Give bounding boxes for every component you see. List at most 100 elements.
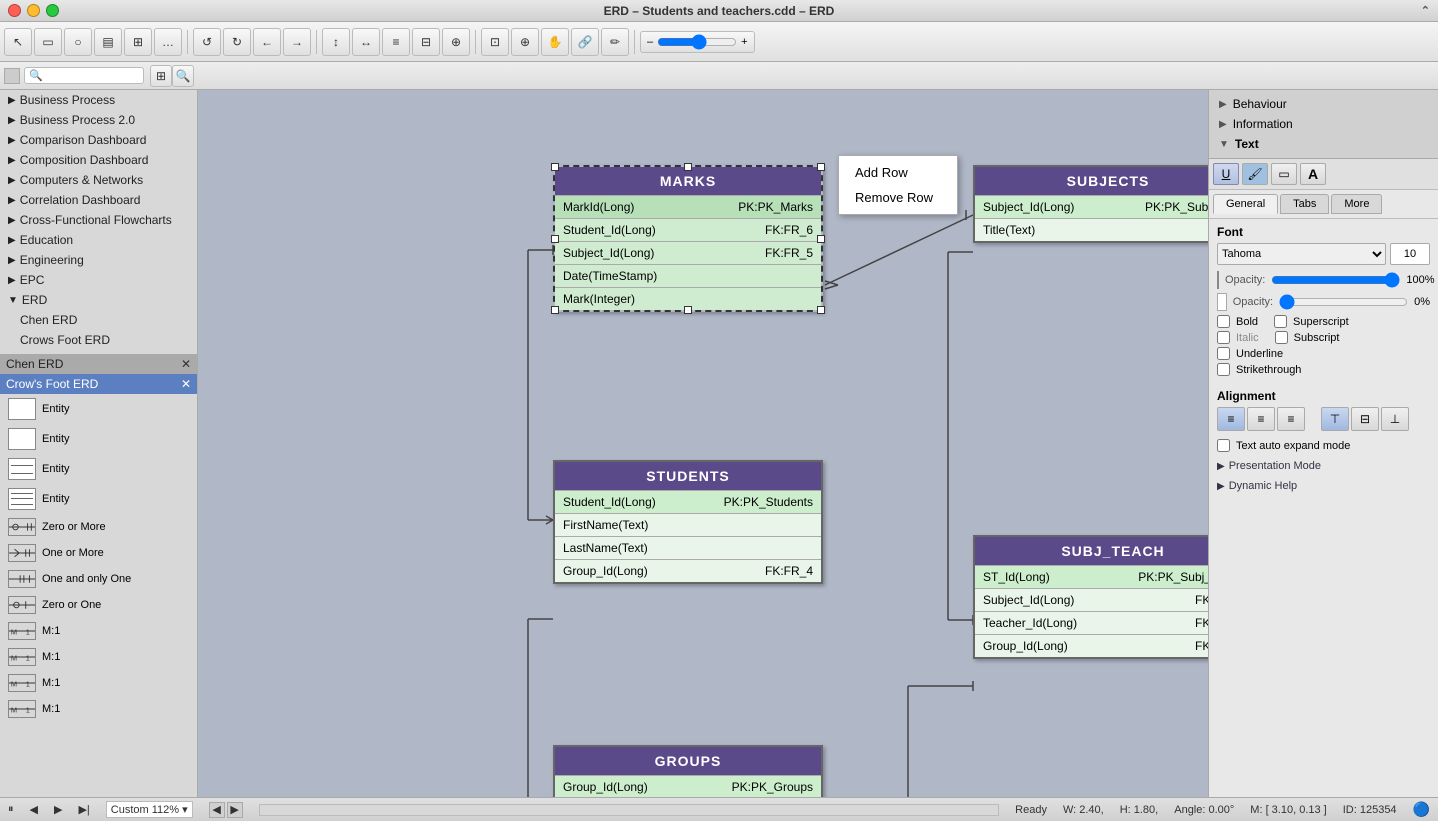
pen-btn[interactable]: ✏ [601, 28, 629, 56]
one-or-more-item[interactable]: One or More [0, 540, 197, 566]
marks-table[interactable]: MARKS MarkId(Long) PK:PK_Marks Student_I… [553, 165, 823, 312]
zoom-slider[interactable] [657, 34, 737, 50]
tab-general[interactable]: General [1213, 194, 1278, 214]
status-nav-prev[interactable]: ⏸ [8, 803, 14, 816]
ctx-add-row[interactable]: Add Row [839, 160, 957, 185]
rect-tool[interactable]: ▭ [34, 28, 62, 56]
close-icon[interactable]: ✕ [181, 357, 191, 371]
handle-tr[interactable] [817, 163, 825, 171]
subj-teach-table[interactable]: SUBJ_TEACH ST_Id(Long) PK:PK_Subj_Teach … [973, 535, 1208, 659]
zoom-select-btn[interactable]: ⊕ [511, 28, 539, 56]
underline-tool-btn[interactable]: U [1213, 163, 1239, 185]
zero-or-one-item[interactable]: Zero or One [0, 592, 197, 618]
highlight-tool-btn[interactable]: 🖌 [1242, 163, 1268, 185]
align-btn[interactable]: ≡ [382, 28, 410, 56]
sidebar-item-epc[interactable]: ▶ EPC [0, 270, 197, 290]
subscript-checkbox[interactable] [1275, 331, 1288, 344]
subj-teach-row-3[interactable]: Teacher_Id(Long) FK:FR_2 [975, 611, 1208, 634]
sidebar-item-composition[interactable]: ▶ Composition Dashboard [0, 150, 197, 170]
information-row[interactable]: ▶ Information [1213, 114, 1434, 134]
text-tool[interactable]: ▤ [94, 28, 122, 56]
search-input[interactable] [43, 70, 133, 82]
marks-row-4[interactable]: Date(TimeStamp) [555, 264, 821, 287]
align-bottom-btn[interactable]: ⊥ [1381, 407, 1409, 431]
zero-or-more-item[interactable]: Zero or More [0, 514, 197, 540]
students-row-3[interactable]: LastName(Text) [555, 536, 821, 559]
m1-item-2[interactable]: M1 M:1 [0, 644, 197, 670]
sidebar-item-engineering[interactable]: ▶ Engineering [0, 250, 197, 270]
handle-bl[interactable] [551, 306, 559, 314]
tab-more[interactable]: More [1331, 194, 1382, 214]
list-view-btn[interactable]: ⊞ [150, 65, 172, 87]
underline-checkbox[interactable] [1217, 347, 1230, 360]
tab-crows-erd[interactable]: Crow's Foot ERD ✕ [0, 374, 197, 394]
handle-mr[interactable] [817, 235, 825, 243]
close-icon[interactable]: ✕ [181, 377, 191, 391]
subj-teach-row-2[interactable]: Subject_Id(Long) FK:FR_3 [975, 588, 1208, 611]
sidebar-item-crows-erd[interactable]: Crows Foot ERD [0, 330, 197, 350]
presentation-mode-row[interactable]: ▶ Presentation Mode [1209, 456, 1438, 476]
vert-btn[interactable]: ↕ [322, 28, 350, 56]
canvas-area[interactable]: MARKS MarkId(Long) PK:PK_Marks Student_I… [198, 90, 1208, 797]
page-left-btn[interactable]: ◀ [209, 802, 225, 818]
font-size-input[interactable]: 10 [1390, 243, 1430, 265]
tab-tabs[interactable]: Tabs [1280, 194, 1329, 214]
opacity-slider-2[interactable] [1279, 294, 1408, 310]
status-nav-next[interactable]: ▶ [54, 803, 62, 816]
search-btn[interactable]: 🔍 [172, 65, 194, 87]
font-select[interactable]: Tahoma [1217, 243, 1386, 265]
strikethrough-checkbox[interactable] [1217, 363, 1230, 376]
marks-row-1[interactable]: MarkId(Long) PK:PK_Marks [555, 195, 821, 218]
handle-tm[interactable] [684, 163, 692, 171]
zoom-out-icon[interactable]: – [647, 36, 653, 48]
subjects-row-1[interactable]: Subject_Id(Long) PK:PK_Subjects [975, 195, 1208, 218]
handle-tl[interactable] [551, 163, 559, 171]
m1-item-4[interactable]: M1 M:1 [0, 696, 197, 722]
align-center-btn[interactable]: ≡ [1247, 407, 1275, 431]
color-swatch-1[interactable] [1217, 271, 1219, 289]
link-btn[interactable]: 🔗 [571, 28, 599, 56]
sidebar-item-erd[interactable]: ▼ ERD [0, 290, 197, 310]
next-btn[interactable]: ↻ [223, 28, 251, 56]
minimize-button[interactable] [27, 4, 40, 17]
more-tool[interactable]: … [154, 28, 182, 56]
status-nav-last[interactable]: ▶| [78, 803, 89, 816]
m1-item-1[interactable]: M1 M:1 [0, 618, 197, 644]
group-btn[interactable]: ⊕ [442, 28, 470, 56]
grid-icon[interactable] [4, 68, 20, 84]
subj-teach-row-1[interactable]: ST_Id(Long) PK:PK_Subj_Teach [975, 565, 1208, 588]
one-only-item[interactable]: One and only One [0, 566, 197, 592]
students-row-4[interactable]: Group_Id(Long) FK:FR_4 [555, 559, 821, 582]
handle-ml[interactable] [551, 235, 559, 243]
table-tool[interactable]: ⊞ [124, 28, 152, 56]
sidebar-item-chen-erd[interactable]: Chen ERD [0, 310, 197, 330]
information-label[interactable]: Information [1233, 117, 1293, 131]
back-btn[interactable]: ← [253, 28, 281, 56]
marks-row-3[interactable]: Subject_Id(Long) FK:FR_5 [555, 241, 821, 264]
bold-checkbox[interactable] [1217, 315, 1230, 328]
box-tool-btn[interactable]: ▭ [1271, 163, 1297, 185]
status-zoom-select[interactable]: Custom 112% ▾ [106, 801, 193, 818]
ellipse-tool[interactable]: ○ [64, 28, 92, 56]
subjects-table[interactable]: SUBJECTS Subject_Id(Long) PK:PK_Subjects… [973, 165, 1208, 243]
entity-item-4[interactable]: Entity [0, 484, 197, 514]
prev-btn[interactable]: ↺ [193, 28, 221, 56]
entity-item-1[interactable]: Entity [0, 394, 197, 424]
align-right-btn[interactable]: ≡ [1277, 407, 1305, 431]
horiz-btn[interactable]: ↔ [352, 28, 380, 56]
handle-br[interactable] [817, 306, 825, 314]
behaviour-label[interactable]: Behaviour [1233, 97, 1287, 111]
italic-checkbox[interactable] [1217, 331, 1230, 344]
zoom-fit-btn[interactable]: ⊡ [481, 28, 509, 56]
entity-item-2[interactable]: Entity [0, 424, 197, 454]
align-top-btn[interactable]: ⊤ [1321, 407, 1349, 431]
superscript-checkbox[interactable] [1274, 315, 1287, 328]
color-swatch-2[interactable] [1217, 293, 1227, 311]
page-right-btn[interactable]: ▶ [227, 802, 243, 818]
students-row-1[interactable]: Student_Id(Long) PK:PK_Students [555, 490, 821, 513]
text-label[interactable]: Text [1235, 137, 1259, 151]
subjects-row-2[interactable]: Title(Text) [975, 218, 1208, 241]
text-row[interactable]: ▼ Text [1213, 134, 1434, 154]
align-vmid-btn[interactable]: ⊟ [1351, 407, 1379, 431]
status-nav-prev2[interactable]: ◀ [30, 803, 38, 816]
